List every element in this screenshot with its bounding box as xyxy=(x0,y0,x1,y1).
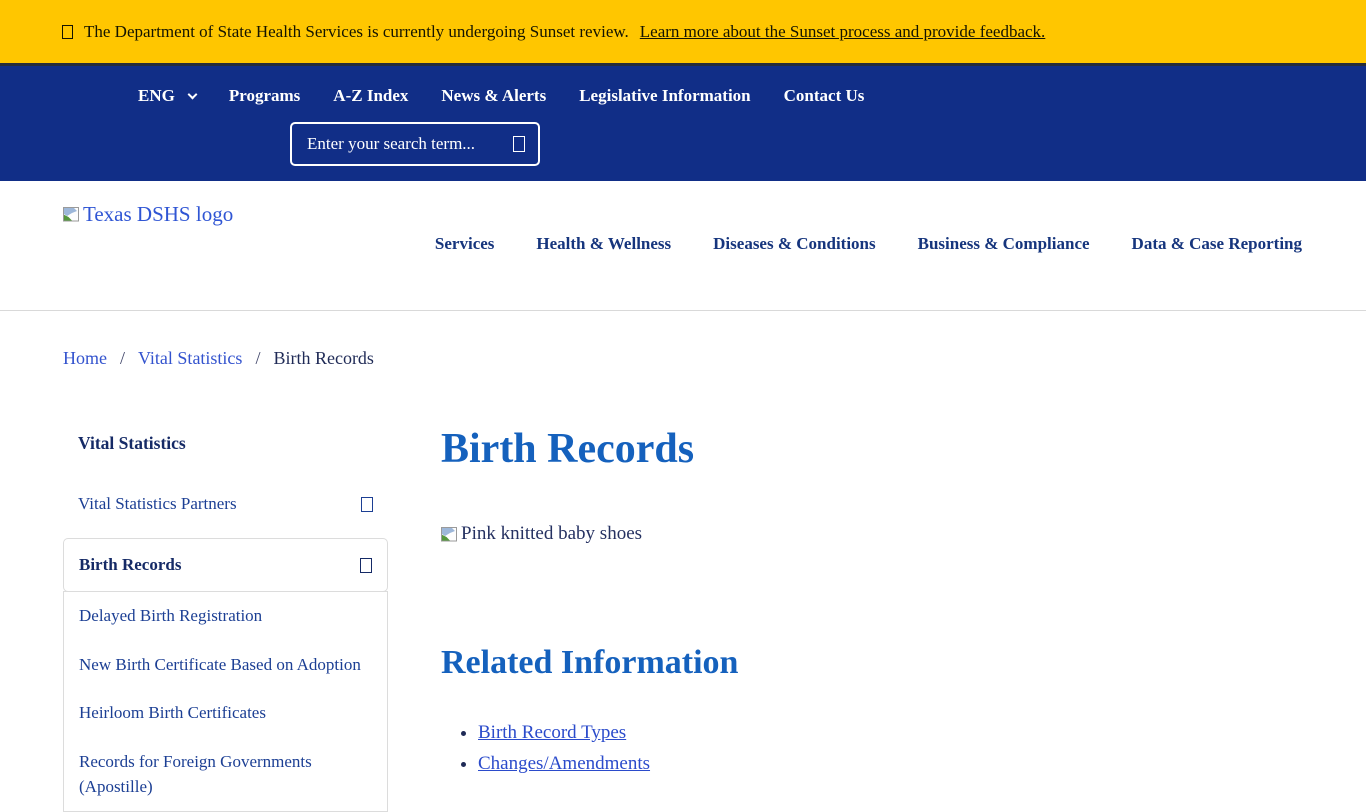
sidebar-item-label: Birth Records xyxy=(79,555,181,575)
main-content: Birth Records Pink knitted baby shoes Re… xyxy=(441,425,1302,784)
sidebar-title: Vital Statistics xyxy=(63,433,388,454)
breadcrumb: Home / Vital Statistics / Birth Records xyxy=(63,348,1366,369)
breadcrumb-separator: / xyxy=(120,348,125,369)
nav-services[interactable]: Services xyxy=(435,234,494,254)
breadcrumb-current: Birth Records xyxy=(273,348,374,369)
nav-business-compliance[interactable]: Business & Compliance xyxy=(918,234,1090,254)
nav-news-alerts[interactable]: News & Alerts xyxy=(441,86,546,106)
nav-az-index[interactable]: A-Z Index xyxy=(333,86,408,106)
sidebar-item-delayed-birth-registration[interactable]: Delayed Birth Registration xyxy=(64,592,387,641)
logo-alt-text: Texas DSHS logo xyxy=(83,202,233,227)
nav-programs[interactable]: Programs xyxy=(229,86,300,106)
broken-image-icon xyxy=(63,207,80,222)
breadcrumb-separator: / xyxy=(255,348,260,369)
sidebar-item-records-foreign-governments[interactable]: Records for Foreign Governments (Apostil… xyxy=(64,738,387,811)
image-alt-text: Pink knitted baby shoes xyxy=(461,523,642,545)
search-input[interactable] xyxy=(305,133,513,155)
page-title: Birth Records xyxy=(441,425,1302,473)
site-header: Texas DSHS logo Services Health & Wellne… xyxy=(0,181,1366,311)
related-links-list: Birth Record Types Changes/Amendments xyxy=(441,722,1302,775)
breadcrumb-vital-statistics[interactable]: Vital Statistics xyxy=(138,348,242,369)
sidebar-item-new-birth-certificate-adoption[interactable]: New Birth Certificate Based on Adoption xyxy=(64,641,387,690)
sidebar-nav: Vital Statistics Vital Statistics Partne… xyxy=(63,425,388,812)
breadcrumb-home[interactable]: Home xyxy=(63,348,107,369)
nav-legislative-information[interactable]: Legislative Information xyxy=(579,86,750,106)
content-area: Vital Statistics Vital Statistics Partne… xyxy=(63,425,1302,812)
related-information-heading: Related Information xyxy=(441,643,1302,682)
content-image-placeholder: Pink knitted baby shoes xyxy=(441,523,1302,545)
primary-nav: Services Health & Wellness Diseases & Co… xyxy=(435,234,1302,254)
alert-text: The Department of State Health Services … xyxy=(84,22,629,42)
sidebar-submenu: Delayed Birth Registration New Birth Cer… xyxy=(63,591,388,812)
collapse-toggle-icon[interactable] xyxy=(360,558,372,573)
alert-icon xyxy=(62,25,73,39)
link-birth-record-types[interactable]: Birth Record Types xyxy=(478,722,626,743)
chevron-down-icon xyxy=(187,89,197,99)
sidebar-item-heirloom-birth-certificates[interactable]: Heirloom Birth Certificates xyxy=(64,689,387,738)
nav-diseases-conditions[interactable]: Diseases & Conditions xyxy=(713,234,875,254)
nav-data-case-reporting[interactable]: Data & Case Reporting xyxy=(1132,234,1302,254)
sidebar-item-vital-statistics-partners[interactable]: Vital Statistics Partners xyxy=(63,478,388,530)
search-row xyxy=(0,106,1366,166)
language-selector[interactable]: ENG xyxy=(138,86,196,106)
sidebar-item-label: Vital Statistics Partners xyxy=(78,494,237,514)
top-utility-bar: ENG Programs A-Z Index News & Alerts Leg… xyxy=(0,66,1366,181)
search-box[interactable] xyxy=(290,122,540,166)
language-label: ENG xyxy=(138,86,175,106)
broken-image-icon xyxy=(441,527,458,542)
nav-contact-us[interactable]: Contact Us xyxy=(784,86,865,106)
expand-toggle-icon[interactable] xyxy=(361,497,373,512)
search-icon[interactable] xyxy=(513,136,525,152)
nav-health-wellness[interactable]: Health & Wellness xyxy=(536,234,671,254)
list-item: Birth Record Types xyxy=(478,722,1302,744)
sidebar-item-birth-records[interactable]: Birth Records xyxy=(63,538,388,592)
alert-banner: The Department of State Health Services … xyxy=(0,0,1366,66)
list-item: Changes/Amendments xyxy=(478,753,1302,775)
utility-nav: ENG Programs A-Z Index News & Alerts Leg… xyxy=(0,66,1366,106)
site-logo-link[interactable]: Texas DSHS logo xyxy=(63,202,233,227)
sunset-feedback-link[interactable]: Learn more about the Sunset process and … xyxy=(640,22,1046,42)
link-changes-amendments[interactable]: Changes/Amendments xyxy=(478,753,650,774)
